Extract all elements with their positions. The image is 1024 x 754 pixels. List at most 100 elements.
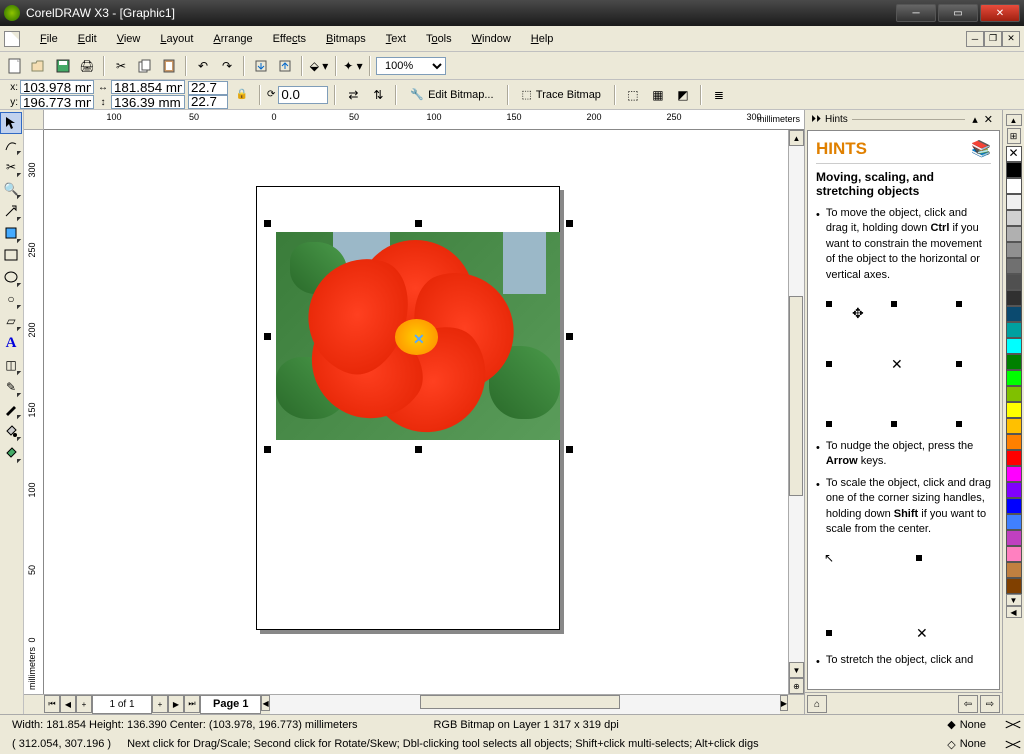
export-button[interactable] — [274, 55, 296, 77]
selection-handle-se[interactable] — [566, 446, 573, 453]
app-launcher-button[interactable]: ⬙ ▾ — [308, 55, 330, 77]
color-swatch[interactable] — [1006, 482, 1022, 498]
scroll-left-button[interactable]: ◀ — [261, 695, 269, 711]
page-last-button[interactable]: ⏭ — [184, 695, 200, 713]
bitmap-color-mask-button[interactable]: ◩ — [672, 84, 694, 106]
new-button[interactable] — [4, 55, 26, 77]
menu-effects[interactable]: Effects — [263, 30, 316, 48]
page-add-before-button[interactable]: + — [76, 695, 92, 713]
cut-button[interactable]: ✂ — [110, 55, 132, 77]
eyedropper-tool[interactable]: ✎ — [0, 376, 22, 398]
maximize-button[interactable]: ▭ — [938, 4, 978, 22]
vertical-scrollbar[interactable]: ▲ ▼ ⊕ — [788, 130, 804, 694]
selected-bitmap[interactable]: ✕ — [276, 232, 560, 440]
color-swatch[interactable] — [1006, 258, 1022, 274]
polygon-tool[interactable]: ○ — [0, 288, 22, 310]
page-next-button[interactable]: ▶ — [168, 695, 184, 713]
save-button[interactable] — [52, 55, 74, 77]
ellipse-tool[interactable] — [0, 266, 22, 288]
ruler-vertical[interactable]: 300 250 200 150 100 50 0 millimeters — [24, 130, 44, 694]
color-swatch[interactable] — [1006, 322, 1022, 338]
y-input[interactable] — [20, 95, 94, 109]
color-swatch[interactable] — [1006, 578, 1022, 594]
scale-y-input[interactable] — [188, 95, 228, 109]
height-input[interactable] — [111, 95, 185, 109]
interactive-blend-tool[interactable]: ◫ — [0, 354, 22, 376]
resample-button[interactable]: ▦ — [647, 84, 669, 106]
menu-window[interactable]: Window — [462, 30, 521, 48]
color-swatch[interactable] — [1006, 498, 1022, 514]
fill-tool[interactable] — [0, 420, 22, 442]
selection-handle-ne[interactable] — [566, 220, 573, 227]
selection-handle-nw[interactable] — [264, 220, 271, 227]
close-button[interactable]: ✕ — [980, 4, 1020, 22]
crop-bitmap-button[interactable]: ⬚ — [622, 84, 644, 106]
hints-forward-button[interactable]: ⇨ — [980, 695, 1000, 713]
docker-close-button[interactable]: ✕ — [981, 113, 996, 126]
color-swatch[interactable] — [1006, 386, 1022, 402]
text-tool[interactable]: A — [0, 332, 22, 354]
menu-layout[interactable]: Layout — [150, 30, 203, 48]
color-swatch[interactable] — [1006, 562, 1022, 578]
color-swatch[interactable] — [1006, 274, 1022, 290]
zoom-combo[interactable]: 100% — [376, 57, 446, 75]
open-button[interactable] — [28, 55, 50, 77]
mirror-v-button[interactable]: ⇅ — [367, 84, 389, 106]
redo-button[interactable]: ↷ — [216, 55, 238, 77]
color-swatch[interactable] — [1006, 178, 1022, 194]
color-swatch[interactable] — [1006, 306, 1022, 322]
docker-tab[interactable]: ⊞ — [1007, 128, 1021, 144]
hints-home-button[interactable]: ⌂ — [807, 695, 827, 713]
copy-button[interactable] — [134, 55, 156, 77]
print-button[interactable]: 🖨 — [76, 55, 98, 77]
menu-file[interactable]: File — [30, 30, 68, 48]
palette-flyout-button[interactable]: ◀ — [1006, 606, 1022, 618]
selection-handle-s[interactable] — [415, 446, 422, 453]
paste-button[interactable] — [158, 55, 180, 77]
outline-tool[interactable] — [0, 398, 22, 420]
mdi-restore-button[interactable]: ❐ — [984, 31, 1002, 47]
menu-edit[interactable]: Edit — [68, 30, 107, 48]
zoom-tool[interactable]: 🔍 — [0, 178, 22, 200]
color-swatch[interactable] — [1006, 370, 1022, 386]
page-prev-button[interactable]: ◀ — [60, 695, 76, 713]
minimize-button[interactable]: ─ — [896, 4, 936, 22]
color-swatch[interactable] — [1006, 290, 1022, 306]
menu-bitmaps[interactable]: Bitmaps — [316, 30, 376, 48]
ruler-horizontal[interactable]: 100 50 0 50 100 150 200 250 300 millimet… — [44, 110, 804, 130]
book-icon[interactable]: 📚 — [971, 139, 991, 159]
color-swatch[interactable] — [1006, 402, 1022, 418]
selection-handle-sw[interactable] — [264, 446, 271, 453]
scroll-thumb[interactable] — [789, 296, 803, 496]
scroll-track[interactable] — [270, 695, 780, 714]
scroll-thumb[interactable] — [420, 695, 620, 709]
color-swatch[interactable] — [1006, 466, 1022, 482]
basic-shapes-tool[interactable]: ▱ — [0, 310, 22, 332]
color-swatch[interactable] — [1006, 194, 1022, 210]
color-swatch[interactable] — [1006, 162, 1022, 178]
mdi-minimize-button[interactable]: ─ — [966, 31, 984, 47]
edit-bitmap-button[interactable]: 🔧Edit Bitmap... — [403, 84, 500, 106]
selection-handle-n[interactable] — [415, 220, 422, 227]
color-swatch[interactable] — [1006, 242, 1022, 258]
scroll-up-button[interactable]: ▲ — [789, 130, 804, 146]
color-swatch[interactable] — [1006, 434, 1022, 450]
menu-arrange[interactable]: Arrange — [203, 30, 262, 48]
color-swatch[interactable] — [1006, 210, 1022, 226]
color-swatch[interactable] — [1006, 514, 1022, 530]
x-input[interactable] — [20, 80, 94, 94]
horizontal-scrollbar[interactable]: ◀ ▶ — [261, 695, 788, 714]
hints-back-button[interactable]: ⇦ — [958, 695, 978, 713]
palette-up-button[interactable]: ▲ — [1006, 114, 1022, 126]
welcome-button[interactable]: ✦ ▾ — [342, 55, 364, 77]
smart-fill-tool[interactable] — [0, 222, 22, 244]
mirror-h-button[interactable]: ⇄ — [342, 84, 364, 106]
scroll-track[interactable] — [789, 146, 804, 662]
trace-bitmap-button[interactable]: ⬚Trace Bitmap — [515, 84, 608, 106]
scroll-right-button[interactable]: ▶ — [780, 695, 788, 711]
crop-tool[interactable]: ✂ — [0, 156, 22, 178]
interactive-fill-tool[interactable] — [0, 442, 22, 464]
width-input[interactable] — [111, 80, 185, 94]
selection-handle-e[interactable] — [566, 333, 573, 340]
scale-x-input[interactable] — [188, 81, 228, 95]
